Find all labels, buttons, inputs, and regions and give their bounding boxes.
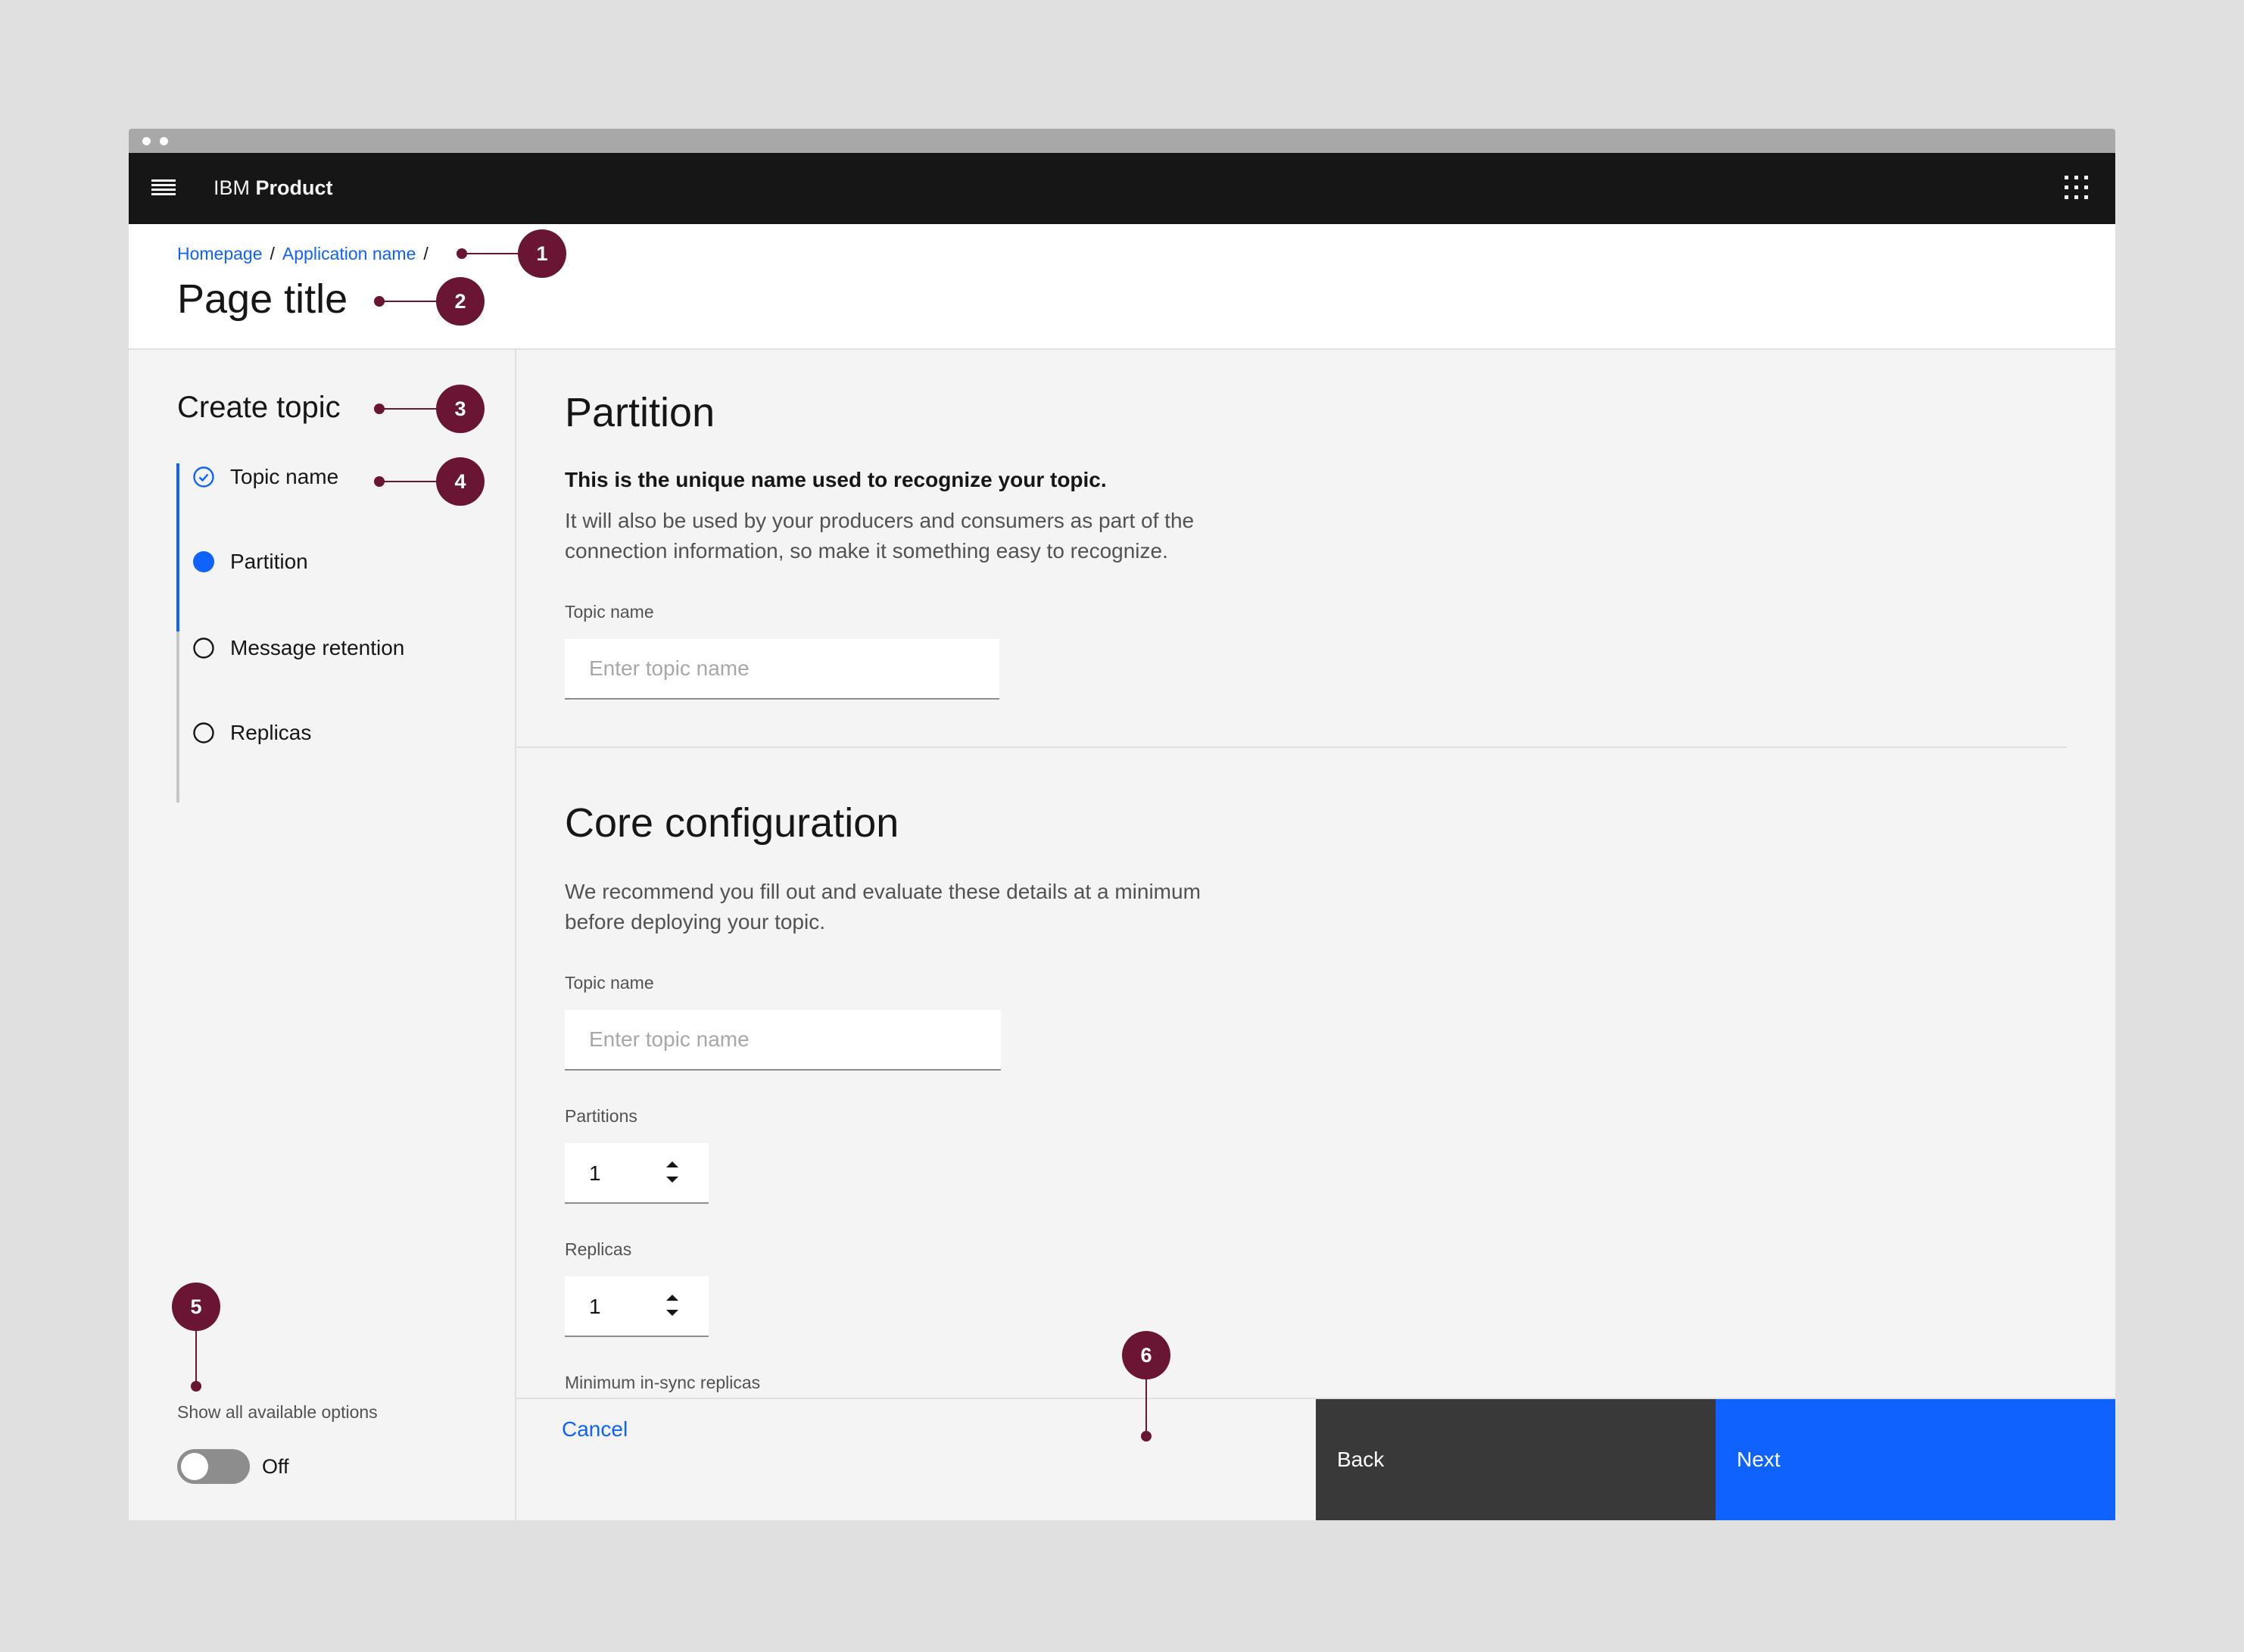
core-config-title: Core configuration (565, 800, 899, 846)
section-divider (516, 747, 2067, 748)
caret-up-icon[interactable] (663, 1290, 681, 1305)
step-replicas[interactable]: Replicas (192, 718, 311, 748)
breadcrumb-application-link[interactable]: Application name (282, 244, 416, 263)
side-panel (129, 350, 516, 1520)
callout-leader-line (1145, 1378, 1147, 1435)
main-content: Partition This is the unique name used t… (516, 350, 2115, 1399)
next-button[interactable]: Next (1716, 1399, 2115, 1520)
callout-leader-line (379, 301, 438, 302)
hamburger-menu-icon[interactable] (151, 179, 179, 198)
window-dot (160, 137, 168, 145)
shell-header (129, 153, 2115, 224)
partition-lead-text: This is the unique name used to recogniz… (565, 468, 1107, 491)
callout-marker-1: 1 (518, 229, 566, 278)
caret-down-icon[interactable] (663, 1172, 681, 1187)
step-topic-name[interactable]: Topic name (192, 462, 338, 492)
step-label: Topic name (230, 465, 339, 488)
replicas-number-input[interactable]: 1 (565, 1276, 709, 1337)
callout-marker-5: 5 (172, 1283, 220, 1331)
replicas-value: 1 (589, 1295, 601, 1318)
step-label: Replicas (230, 721, 312, 744)
incomplete-step-icon (192, 637, 215, 659)
partitions-label: Partitions (565, 1106, 637, 1126)
current-step-icon (192, 550, 215, 573)
brand-name[interactable]: IBM Product (213, 174, 333, 201)
callout-leader-line (462, 253, 519, 254)
cancel-button[interactable]: Cancel (562, 1414, 628, 1445)
step-label: Partition (230, 550, 308, 573)
toggle-knob (181, 1453, 208, 1480)
progress-fill (176, 463, 179, 631)
brand-product: Product (255, 176, 333, 199)
breadcrumb-separator: / (270, 244, 275, 263)
show-options-toggle[interactable] (177, 1449, 250, 1484)
caret-up-icon[interactable] (663, 1157, 681, 1172)
partitions-value: 1 (589, 1161, 601, 1185)
incomplete-step-icon (192, 722, 215, 744)
callout-leader-dot (191, 1381, 201, 1392)
callout-marker-4: 4 (436, 457, 485, 506)
callout-leader-line (195, 1329, 197, 1385)
toggle-state-text: Off (262, 1455, 289, 1478)
core-topic-name-label: Topic name (565, 973, 654, 993)
caret-down-icon[interactable] (663, 1305, 681, 1320)
breadcrumb-separator: / (423, 244, 429, 263)
callout-leader-line (379, 481, 438, 482)
show-options-label: Show all available options (177, 1402, 378, 1422)
side-panel-title: Create topic (177, 391, 341, 424)
callout-marker-6: 6 (1122, 1331, 1170, 1379)
core-config-description: We recommend you fill out and evaluate t… (565, 880, 1201, 903)
replicas-label: Replicas (565, 1239, 632, 1259)
partition-description: It will also be used by your producers a… (565, 509, 1195, 532)
brand-prefix: IBM (213, 176, 251, 199)
page-title: Page title (177, 276, 348, 322)
partition-description: connection information, so make it somet… (565, 539, 1168, 563)
callout-marker-3: 3 (436, 385, 485, 433)
app-switcher-icon[interactable] (2065, 176, 2089, 200)
breadcrumb: Homepage / Application name / (177, 241, 436, 267)
checkmark-outline-icon (192, 466, 215, 488)
callout-leader-line (379, 408, 438, 410)
partition-section-title: Partition (565, 390, 715, 435)
callout-leader-dot (1141, 1431, 1152, 1442)
callout-marker-2: 2 (436, 277, 485, 326)
back-button[interactable]: Back (1316, 1399, 1716, 1520)
window-dot (142, 137, 151, 145)
core-config-description: before deploying your topic. (565, 910, 825, 934)
partitions-number-input[interactable]: 1 (565, 1143, 709, 1204)
step-label: Message retention (230, 636, 405, 659)
window-title-bar (129, 129, 2115, 153)
core-topic-name-input[interactable] (565, 1010, 1001, 1071)
breadcrumb-homepage-link[interactable]: Homepage (177, 244, 263, 263)
topic-name-label: Topic name (565, 602, 654, 622)
min-insync-replicas-label: Minimum in-sync replicas (565, 1373, 761, 1392)
topic-name-input[interactable] (565, 639, 999, 700)
step-message-retention[interactable]: Message retention (192, 633, 404, 663)
step-partition[interactable]: Partition (192, 547, 308, 577)
